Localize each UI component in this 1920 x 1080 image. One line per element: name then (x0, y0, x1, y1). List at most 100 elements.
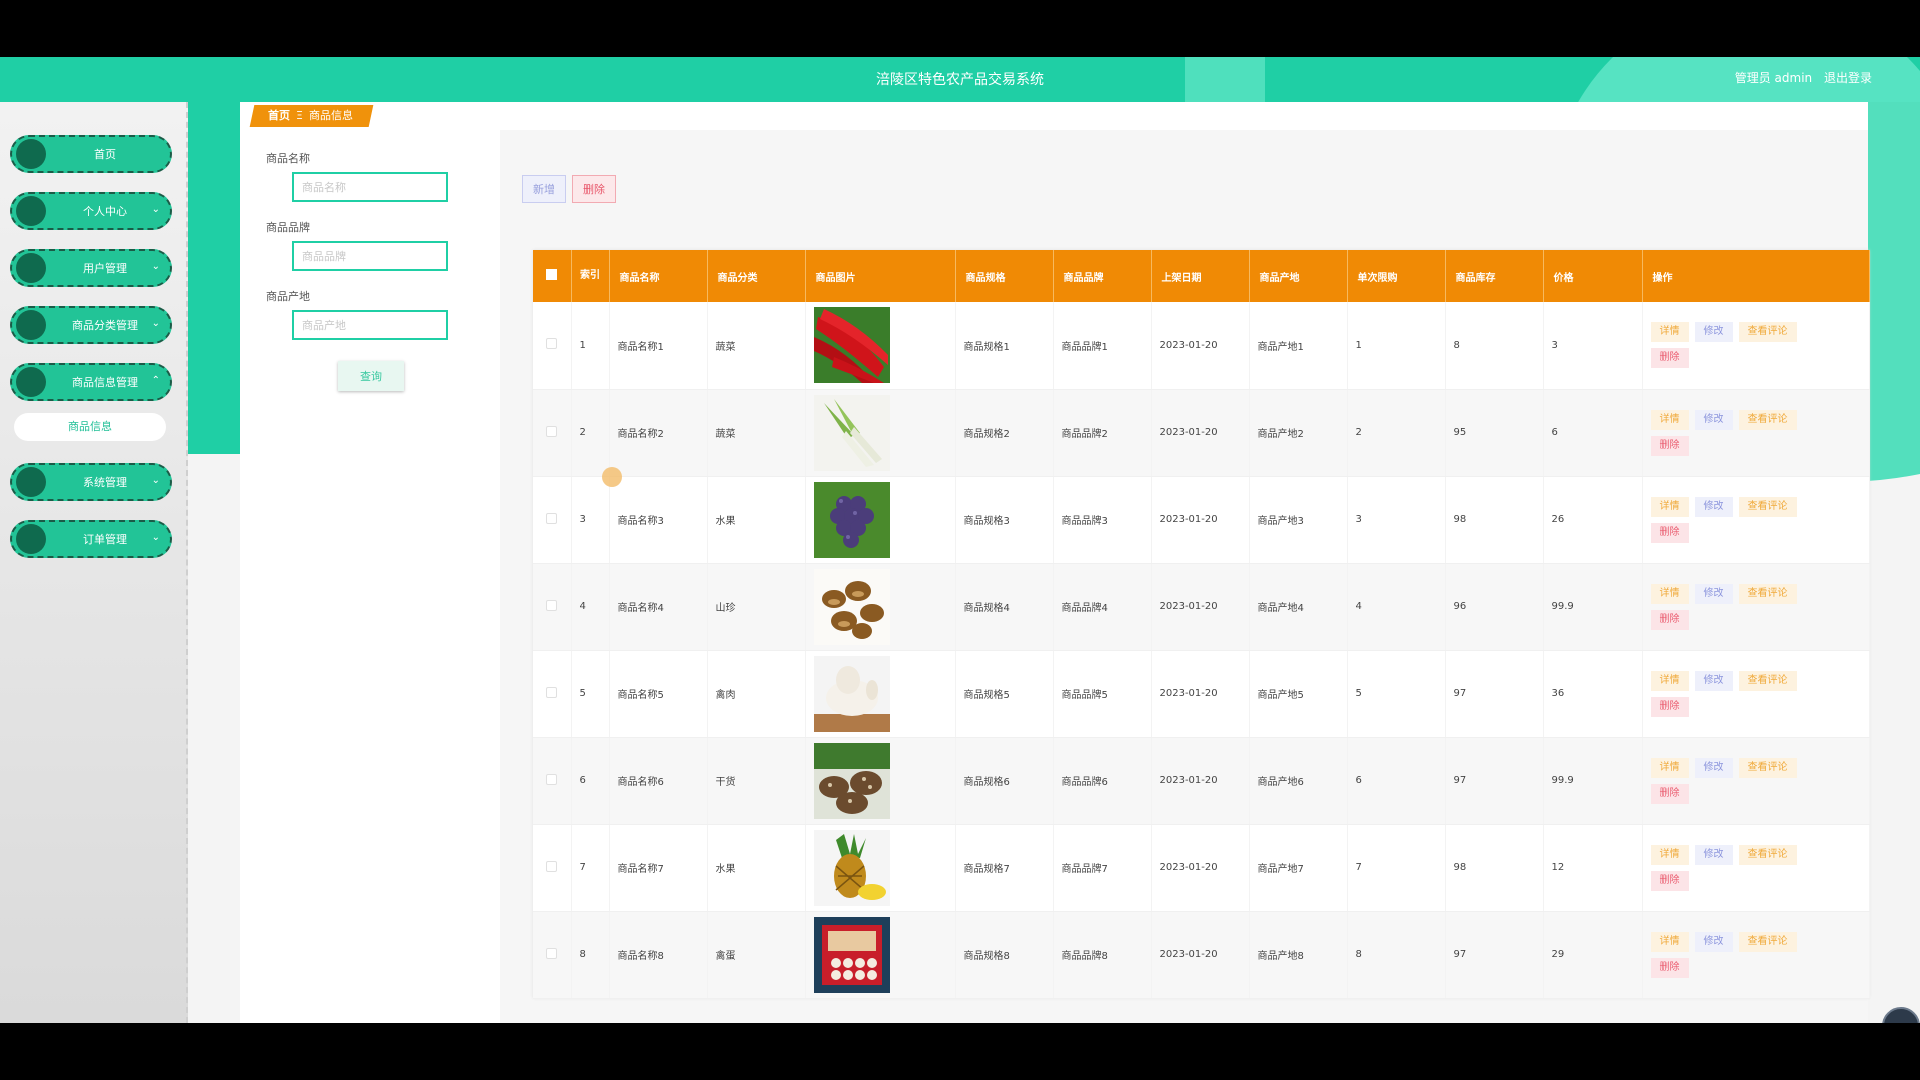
cell-price: 99.9 (1543, 563, 1643, 651)
top-header: 涪陵区特色农产品交易系统 管理员 admin 退出登录 (0, 57, 1920, 102)
cell-category: 水果 (707, 476, 806, 564)
view-reviews-button[interactable]: 查看评论 (1738, 583, 1797, 604)
sidebar-item-personal-center[interactable]: 个人中心 ⌄ (10, 192, 172, 230)
user-area: 管理员 admin 退出登录 (1727, 69, 1872, 86)
edit-button[interactable]: 修改 (1694, 583, 1733, 604)
view-reviews-button[interactable]: 查看评论 (1738, 409, 1797, 430)
view-reviews-button[interactable]: 查看评论 (1738, 496, 1797, 517)
cell-origin: 商品产地3 (1249, 476, 1348, 564)
sidebar-item-system-management[interactable]: 系统管理 ⌄ (10, 463, 172, 501)
edit-button[interactable]: 修改 (1694, 322, 1733, 343)
origin-search-input[interactable] (292, 310, 448, 340)
view-reviews-button[interactable]: 查看评论 (1738, 844, 1797, 865)
header-index: 索引 (571, 250, 610, 302)
cell-actions: 详情 修改 查看评论删除 (1642, 911, 1870, 999)
detail-button[interactable]: 详情 (1650, 409, 1689, 430)
detail-button[interactable]: 详情 (1650, 931, 1689, 952)
detail-button[interactable]: 详情 (1650, 670, 1689, 691)
sidebar-item-user-management[interactable]: 用户管理 ⌄ (10, 249, 172, 287)
row-checkbox[interactable] (533, 737, 572, 825)
cell-stock: 98 (1445, 476, 1544, 564)
detail-button[interactable]: 详情 (1650, 496, 1689, 517)
name-search-input[interactable] (292, 172, 448, 202)
row-checkbox[interactable] (533, 302, 572, 390)
edit-button[interactable]: 修改 (1694, 670, 1733, 691)
row-checkbox[interactable] (533, 911, 572, 999)
cell-image (805, 737, 956, 825)
cell-limit: 8 (1347, 911, 1446, 999)
select-all-checkbox[interactable] (533, 250, 572, 302)
edit-button[interactable]: 修改 (1694, 409, 1733, 430)
delete-row-button[interactable]: 删除 (1650, 783, 1689, 804)
cell-name: 商品名称8 (609, 911, 708, 999)
sidebar-item-label: 系统管理 (83, 476, 127, 489)
origin-label: 商品产地 (266, 290, 310, 303)
sidebar-item-label: 商品分类管理 (72, 319, 138, 332)
edit-button[interactable]: 修改 (1694, 931, 1733, 952)
edit-button[interactable]: 修改 (1694, 844, 1733, 865)
view-reviews-button[interactable]: 查看评论 (1738, 322, 1797, 343)
header-name: 商品名称 (609, 250, 708, 302)
sidebar-item-order-management[interactable]: 订单管理 ⌄ (10, 520, 172, 558)
detail-button[interactable]: 详情 (1650, 844, 1689, 865)
detail-button[interactable]: 详情 (1650, 322, 1689, 343)
product-image-chicken (813, 655, 955, 732)
cell-index: 3 (571, 476, 610, 564)
submenu-product-info[interactable]: 商品信息 (14, 413, 166, 441)
breadcrumb-separator: Ξ (296, 109, 303, 122)
sidebar-item-category-management[interactable]: 商品分类管理 ⌄ (10, 306, 172, 344)
detail-button[interactable]: 详情 (1650, 583, 1689, 604)
system-title: 涪陵区特色农产品交易系统 (876, 72, 1044, 88)
delete-row-button[interactable]: 删除 (1650, 435, 1689, 456)
sidebar-item-label: 订单管理 (83, 533, 127, 546)
cell-price: 29 (1543, 911, 1643, 999)
brand-search-input[interactable] (292, 241, 448, 271)
row-checkbox[interactable] (533, 650, 572, 738)
row-checkbox[interactable] (533, 824, 572, 912)
menu-dot-icon (16, 467, 46, 497)
table-row: 5 商品名称5 禽肉 商品规格5 商品品牌5 2023-01-20 商品产地5 5 97 36 详情… (533, 650, 1870, 738)
cell-category: 干货 (707, 737, 806, 825)
row-checkbox[interactable] (533, 476, 572, 564)
delete-row-button[interactable]: 删除 (1650, 870, 1689, 891)
add-button[interactable]: 新增 (522, 175, 566, 203)
row-checkbox[interactable] (533, 389, 572, 477)
detail-button[interactable]: 详情 (1650, 757, 1689, 778)
row-checkbox[interactable] (533, 563, 572, 651)
cell-name: 商品名称2 (609, 389, 708, 477)
cell-name: 商品名称1 (609, 302, 708, 390)
query-button[interactable]: 查询 (338, 361, 404, 391)
sidebar-item-home[interactable]: 首页 (10, 135, 172, 173)
cell-limit: 6 (1347, 737, 1446, 825)
cell-spec: 商品规格4 (955, 563, 1054, 651)
cell-spec: 商品规格2 (955, 389, 1054, 477)
delete-row-button[interactable]: 删除 (1650, 522, 1689, 543)
product-image-grapes (813, 481, 955, 558)
cell-index: 4 (571, 563, 610, 651)
batch-delete-button[interactable]: 删除 (572, 175, 616, 203)
cell-date: 2023-01-20 (1151, 302, 1250, 390)
cell-price: 99.9 (1543, 737, 1643, 825)
sidebar-item-product-management[interactable]: 商品信息管理 ⌃ (10, 363, 172, 401)
cell-stock: 95 (1445, 389, 1544, 477)
cell-category: 蔬菜 (707, 389, 806, 477)
cell-date: 2023-01-20 (1151, 824, 1250, 912)
floating-help-icon[interactable] (1882, 1007, 1920, 1023)
cell-image (805, 389, 956, 477)
cell-stock: 97 (1445, 737, 1544, 825)
cell-spec: 商品规格7 (955, 824, 1054, 912)
view-reviews-button[interactable]: 查看评论 (1738, 931, 1797, 952)
delete-row-button[interactable]: 删除 (1650, 696, 1689, 717)
cell-origin: 商品产地5 (1249, 650, 1348, 738)
edit-button[interactable]: 修改 (1694, 496, 1733, 517)
cell-brand: 商品品牌5 (1053, 650, 1152, 738)
delete-row-button[interactable]: 删除 (1650, 348, 1689, 369)
logout-link[interactable]: 退出登录 (1824, 71, 1872, 85)
view-reviews-button[interactable]: 查看评论 (1738, 670, 1797, 691)
delete-row-button[interactable]: 删除 (1650, 609, 1689, 630)
edit-button[interactable]: 修改 (1694, 757, 1733, 778)
breadcrumb-home[interactable]: 首页 (268, 105, 290, 127)
delete-row-button[interactable]: 删除 (1650, 957, 1689, 978)
cell-price: 26 (1543, 476, 1643, 564)
view-reviews-button[interactable]: 查看评论 (1738, 757, 1797, 778)
